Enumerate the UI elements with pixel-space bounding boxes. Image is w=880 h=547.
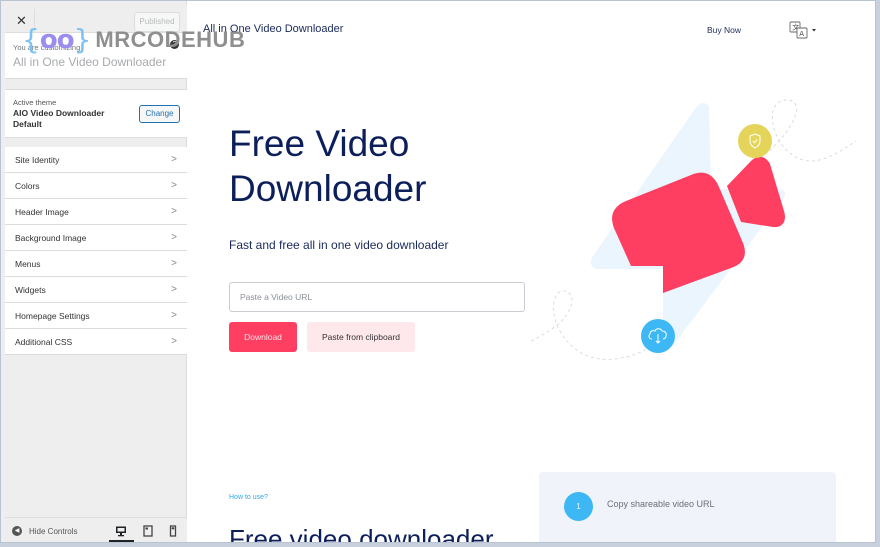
- menu-item-label: Site Identity: [15, 155, 60, 165]
- menu-item-label: Header Image: [15, 207, 69, 217]
- hero-title-line1: Free Video: [229, 123, 410, 164]
- menu-item-colors[interactable]: Colors >: [5, 173, 187, 199]
- hero-title-line2: Downloader: [229, 168, 427, 209]
- customizer-menu: Site Identity > Colors > Header Image > Bac…: [5, 147, 187, 355]
- mobile-icon: [169, 525, 177, 537]
- chevron-right-icon: >: [171, 154, 177, 165]
- menu-item-label: Widgets: [15, 285, 46, 295]
- collapse-icon[interactable]: ◀: [12, 526, 22, 536]
- chevron-right-icon: >: [171, 258, 177, 269]
- chevron-right-icon: >: [171, 232, 177, 243]
- step-text: Copy shareable video URL: [607, 499, 715, 509]
- menu-item-label: Menus: [15, 259, 41, 269]
- chevron-right-icon: >: [171, 284, 177, 295]
- change-theme-button[interactable]: Change: [139, 105, 180, 123]
- menu-item-widgets[interactable]: Widgets >: [5, 277, 187, 303]
- published-button[interactable]: Published: [134, 12, 180, 32]
- site-preview: All in One Video Downloader Buy Now 文 A …: [188, 1, 875, 543]
- hero-illustration: [530, 99, 857, 360]
- menu-item-site-identity[interactable]: Site Identity >: [5, 147, 187, 173]
- translate-icon: 文 A: [789, 21, 816, 39]
- step-number-badge: 1: [564, 492, 593, 521]
- preview-mobile-button[interactable]: [166, 524, 180, 538]
- chevron-right-icon: >: [171, 206, 177, 217]
- active-theme-label: Active theme: [13, 98, 57, 107]
- customizer-sidebar: ✕ Published You are customizing All in O…: [1, 1, 187, 542]
- how-to-title: Free video downloader: [229, 524, 494, 543]
- step-divider: [564, 542, 812, 543]
- active-theme-name: AIO Video Downloader Default: [13, 108, 105, 129]
- buy-now-link[interactable]: Buy Now: [707, 25, 741, 35]
- chevron-right-icon: >: [171, 180, 177, 191]
- sidebar-header: ✕ Published: [5, 5, 187, 34]
- menu-item-additional-css[interactable]: Additional CSS >: [5, 329, 187, 355]
- preview-tablet-button[interactable]: [141, 524, 155, 538]
- how-to-eyebrow: How to use?: [229, 494, 268, 501]
- menu-item-label: Background Image: [15, 233, 87, 243]
- menu-item-header-image[interactable]: Header Image >: [5, 199, 187, 225]
- menu-item-menus[interactable]: Menus >: [5, 251, 187, 277]
- shield-badge: [738, 124, 772, 158]
- menu-item-homepage-settings[interactable]: Homepage Settings >: [5, 303, 187, 329]
- video-url-input[interactable]: [229, 282, 525, 312]
- customizing-site-name: All in One Video Downloader: [13, 55, 167, 69]
- dashed-curve-bottom: [530, 290, 647, 360]
- tablet-icon: [143, 525, 153, 537]
- active-theme-section: Active theme AIO Video Downloader Defaul…: [5, 89, 187, 138]
- close-icon: ✕: [16, 13, 27, 28]
- help-icon[interactable]: ?: [170, 40, 179, 49]
- sidebar-footer: ◀ Hide Controls: [5, 517, 187, 542]
- steps-card: 1 Copy shareable video URL: [539, 472, 836, 543]
- language-switcher[interactable]: 文 A: [789, 21, 819, 41]
- svg-text:A: A: [799, 30, 804, 38]
- menu-item-label: Additional CSS: [15, 337, 73, 347]
- hide-controls-button[interactable]: Hide Controls: [29, 527, 77, 536]
- customizer-window: ✕ Published You are customizing All in O…: [0, 0, 876, 543]
- close-button[interactable]: ✕: [9, 9, 35, 34]
- customizing-info: You are customizing All in One Video Dow…: [5, 33, 187, 79]
- chevron-right-icon: >: [171, 310, 177, 321]
- preview-desktop-button[interactable]: [109, 524, 134, 542]
- download-button[interactable]: Download: [229, 322, 297, 352]
- menu-item-label: Colors: [15, 181, 40, 191]
- menu-item-label: Homepage Settings: [15, 311, 90, 321]
- hero-title: Free Video Downloader: [229, 121, 426, 211]
- paste-from-clipboard-button[interactable]: Paste from clipboard: [307, 322, 415, 352]
- customizing-label: You are customizing: [13, 43, 81, 52]
- menu-item-background-image[interactable]: Background Image >: [5, 225, 187, 251]
- chevron-right-icon: >: [171, 336, 177, 347]
- desktop-icon: [116, 526, 126, 537]
- site-title[interactable]: All in One Video Downloader: [203, 23, 343, 35]
- hero-subtitle: Fast and free all in one video downloade…: [229, 238, 449, 252]
